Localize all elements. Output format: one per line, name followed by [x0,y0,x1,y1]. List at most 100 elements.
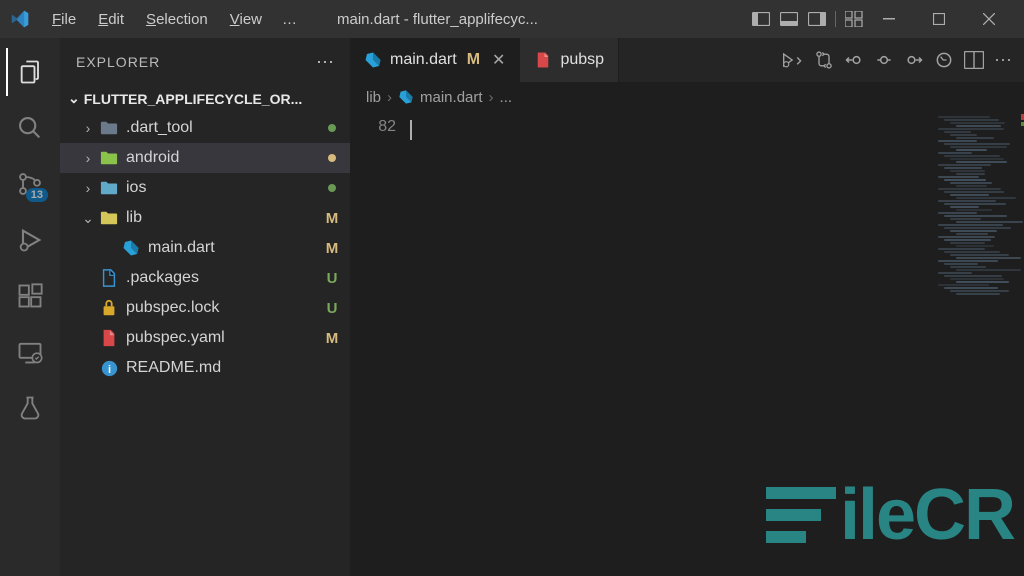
maximize-button[interactable] [924,4,954,34]
watermark-logo: ileCR [766,474,1014,556]
customize-layout-icon[interactable] [844,11,864,27]
close-button[interactable] [974,4,1004,34]
activity-run-debug[interactable] [6,216,54,264]
folder-icon [98,210,120,226]
activity-remote[interactable] [6,328,54,376]
breadcrumb[interactable]: lib › main.dart › ... [350,82,1024,112]
line-number-gutter: 82 [350,112,408,576]
run-debug-icon[interactable] [782,51,804,69]
chevron-right-icon: › [387,89,392,106]
tree-item--dart-tool[interactable]: ›.dart_tool [60,113,350,143]
watermark-text: ileCR [840,474,1014,556]
tree-item-pubspec-yaml[interactable]: ›pubspec.yamlM [60,323,350,353]
split-editor-icon[interactable] [964,51,984,69]
git-status-dot [328,154,336,162]
close-icon[interactable]: ✕ [492,50,505,70]
git-status: U [322,300,342,317]
project-name: FLUTTER_APPLIFECYCLE_OR... [84,91,303,107]
activity-testing[interactable] [6,384,54,432]
tree-item-label: README.md [126,359,342,377]
tree-item-ios[interactable]: ›ios [60,173,350,203]
panel-left-icon[interactable] [751,11,771,27]
layout-controls [751,11,864,27]
tab-main-dart[interactable]: main.dart M ✕ [350,38,520,82]
more-actions-icon[interactable]: ⋯ [994,50,1012,71]
minimize-button[interactable] [874,4,904,34]
sidebar: EXPLORER ⋯ ⌄ FLUTTER_APPLIFECYCLE_OR... … [60,38,350,576]
panel-bottom-icon[interactable] [779,11,799,27]
folder-icon [98,150,120,166]
tree-item-label: main.dart [148,239,322,257]
git-compare-icon[interactable] [814,50,834,70]
titlebar: File Edit Selection View … main.dart - f… [0,0,1024,38]
svg-text:i: i [107,363,110,375]
folder-icon [98,180,120,196]
file-blue-icon [98,269,120,287]
revert-icon[interactable] [934,50,954,70]
dart-icon [364,51,382,69]
menu-view[interactable]: View [220,7,272,32]
menu-overflow[interactable]: … [272,7,307,32]
vscode-logo-icon [8,7,32,31]
yaml-icon [98,329,120,347]
git-status: M [322,330,342,347]
git-status: U [322,270,342,287]
menu-edit[interactable]: Edit [88,7,134,32]
tree-item-label: android [126,149,328,167]
chevron-right-icon: › [489,89,494,106]
window-controls [874,4,1016,34]
dart-icon [120,239,142,257]
chevron-down-icon: ⌄ [68,90,80,107]
git-status: M [322,240,342,257]
tab-label: pubsp [560,51,604,69]
tree-item-label: .packages [126,269,322,287]
source-control-badge: 13 [26,188,48,202]
menu-bar: File Edit Selection View [42,7,272,32]
minimap[interactable]: document.write(Array.from({length:60},(_… [936,112,1024,432]
commit-icon[interactable] [874,50,894,70]
activity-extensions[interactable] [6,272,54,320]
tree-item-label: pubspec.lock [126,299,322,317]
activity-bar: 13 [0,38,60,576]
tree-item-label: lib [126,209,322,227]
tree-item-label: pubspec.yaml [126,329,322,347]
tab-label: main.dart [390,51,457,69]
tab-pubspec[interactable]: pubsp [520,38,619,82]
tree-item-pubspec-lock[interactable]: ›pubspec.lockU [60,293,350,323]
sidebar-header: EXPLORER ⋯ [60,38,350,86]
dart-icon [398,89,414,105]
tree-item-readme-md[interactable]: ›iREADME.md [60,353,350,383]
breadcrumb-folder[interactable]: lib [366,89,381,106]
chevron-right-icon: › [80,120,96,136]
chevron-right-icon: › [80,150,96,166]
tab-modified-indicator: M [467,51,480,69]
breadcrumb-file[interactable]: main.dart [420,89,483,106]
line-number: 82 [350,118,396,136]
tab-bar: main.dart M ✕ pubsp ⋯ [350,38,1024,82]
prev-change-icon[interactable] [844,50,864,70]
activity-source-control[interactable]: 13 [6,160,54,208]
tab-actions: ⋯ [770,38,1024,82]
next-change-icon[interactable] [904,50,924,70]
file-tree: ›.dart_tool›android›ios⌄libM›main.dartM›… [60,111,350,385]
tree-item-android[interactable]: › android [60,143,350,173]
menu-file[interactable]: File [42,7,86,32]
menu-selection[interactable]: Selection [136,7,218,32]
project-header[interactable]: ⌄ FLUTTER_APPLIFECYCLE_OR... [60,86,350,111]
chevron-down-icon: ⌄ [80,210,96,227]
tree-item--packages[interactable]: ›.packagesU [60,263,350,293]
activity-search[interactable] [6,104,54,152]
sidebar-more-icon[interactable]: ⋯ [316,52,334,73]
window-title: main.dart - flutter_applifecyc... [307,11,751,28]
watermark-icon [766,487,836,543]
tree-item-main-dart[interactable]: ›main.dartM [60,233,350,263]
panel-right-icon[interactable] [807,11,827,27]
info-icon: i [98,360,120,377]
activity-explorer[interactable] [6,48,54,96]
yaml-icon [534,51,552,69]
editor-area: main.dart M ✕ pubsp ⋯ lib › [350,38,1024,576]
tree-item-lib[interactable]: ⌄libM [60,203,350,233]
breadcrumb-trailing[interactable]: ... [500,89,513,106]
git-status-dot [328,124,336,132]
tree-item-label: ios [126,179,328,197]
